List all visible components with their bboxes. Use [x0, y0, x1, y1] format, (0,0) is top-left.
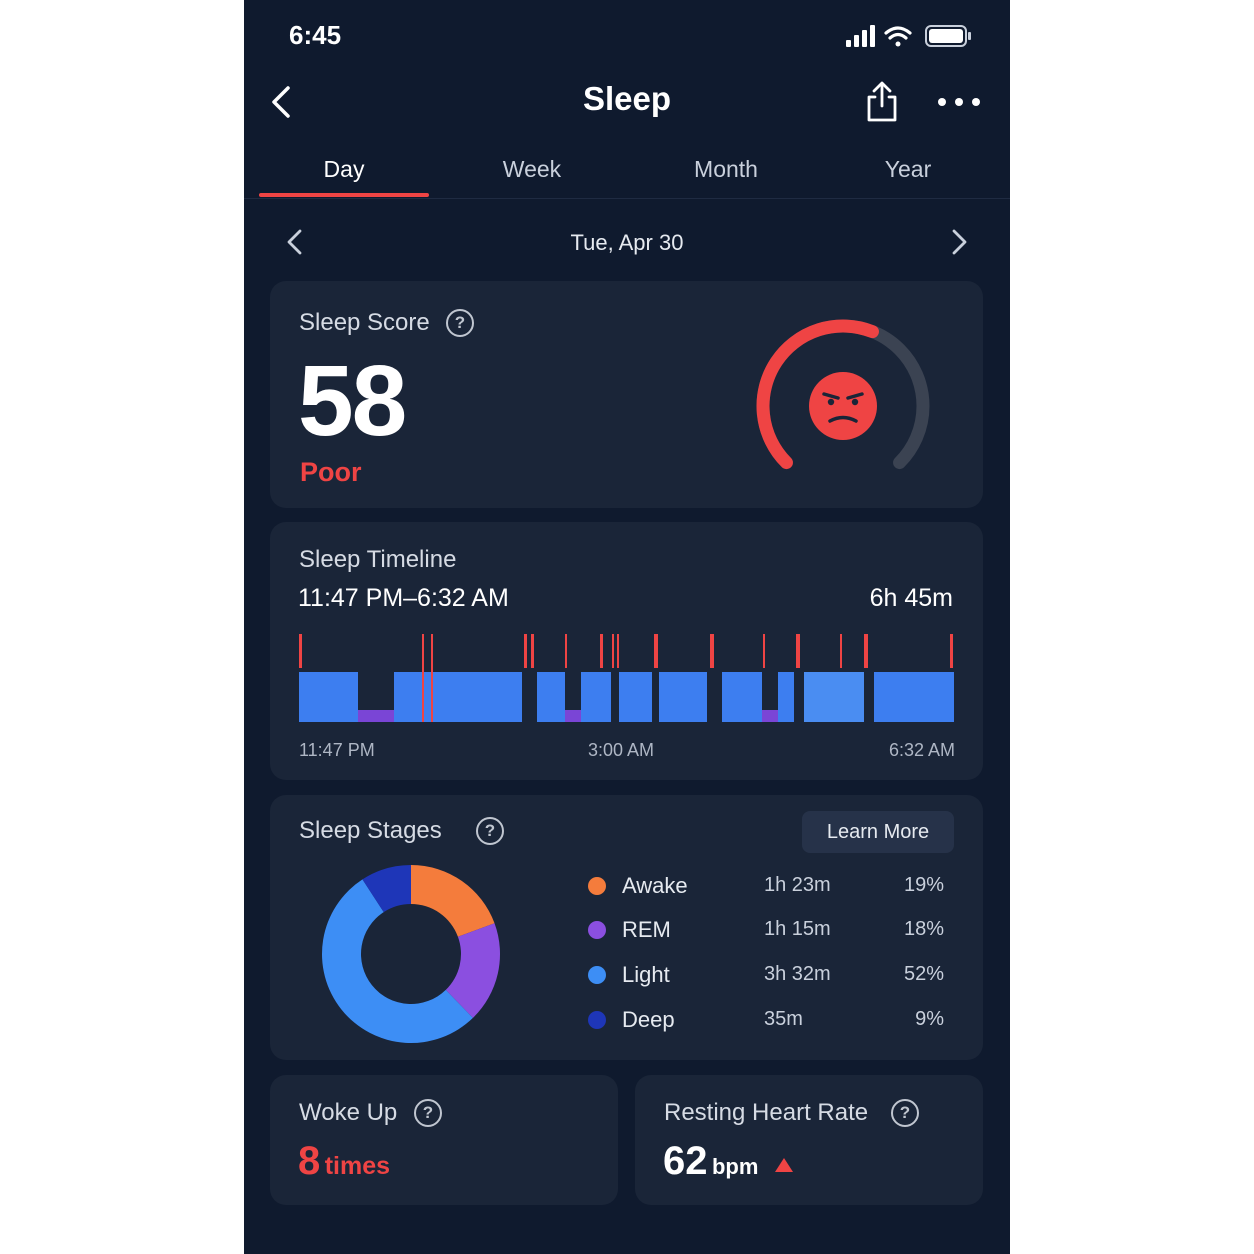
legend-percent: 19%: [903, 874, 944, 896]
heart-rate-number: 62: [663, 1139, 708, 1183]
stage-segment-rem: [358, 710, 394, 722]
sleep-timeline-title: Sleep Timeline: [299, 546, 457, 573]
share-button[interactable]: [862, 80, 902, 124]
sleep-score-rating: Poor: [300, 457, 362, 487]
woke-up-unit: times: [324, 1152, 391, 1180]
active-tab-indicator: [259, 193, 429, 197]
help-icon[interactable]: ?: [414, 1099, 442, 1127]
signal-icon: [846, 25, 875, 47]
more-button[interactable]: [936, 90, 982, 114]
timeline-axis-mid: 3:00 AM: [588, 740, 655, 760]
legend-row-awake: Awake 1h 23m 19%: [588, 873, 948, 903]
more-icon: [938, 98, 980, 106]
sleep-timeline-chart: [299, 634, 954, 722]
period-tabs: Day Week Month Year: [244, 150, 1010, 199]
status-time: 6:45: [289, 20, 342, 50]
sleep-timeline-card: Sleep Timeline 11:47 PM–6:32 AM 6h 45m 1…: [270, 522, 983, 780]
legend-name: REM: [622, 917, 671, 942]
share-icon: [867, 81, 897, 122]
sleep-duration: 6h 45m: [869, 584, 953, 612]
legend-row-light: Light 3h 32m 52%: [588, 962, 948, 992]
woke-up-card: Woke Up ? 8 times: [270, 1075, 618, 1205]
stage-segment-rem: [762, 710, 778, 722]
stage-segment-light: [874, 672, 954, 722]
legend-dot-awake: [588, 877, 606, 895]
stage-segment-light: [537, 672, 565, 722]
stage-segment-rem: [565, 710, 581, 722]
tab-month[interactable]: Month: [650, 156, 802, 183]
sleep-stages-card: Sleep Stages ? Learn More Awake 1h 23m 1…: [270, 795, 983, 1060]
tab-day[interactable]: Day: [259, 156, 429, 183]
legend-percent: 9%: [915, 1008, 944, 1030]
sleep-score-title: Sleep Score: [299, 309, 430, 336]
legend-dot-rem: [588, 921, 606, 939]
sad-face-icon: [809, 372, 877, 440]
legend-dot-light: [588, 966, 606, 984]
legend-row-rem: REM 1h 15m 18%: [588, 917, 948, 947]
wifi-icon: [884, 26, 912, 47]
resting-heart-rate-value: 62 bpm: [663, 1139, 795, 1184]
legend-name: Light: [622, 962, 670, 987]
legend-duration: 1h 23m: [764, 874, 831, 896]
timeline-axis-end: 6:32 AM: [888, 740, 955, 760]
battery-icon: [925, 25, 971, 47]
help-icon[interactable]: ?: [476, 817, 504, 845]
help-icon[interactable]: ?: [446, 309, 474, 337]
legend-row-deep: Deep 35m 9%: [588, 1007, 948, 1037]
stage-segment-light: [299, 672, 358, 722]
help-icon[interactable]: ?: [891, 1099, 919, 1127]
stage-segment-light: [659, 672, 707, 722]
learn-more-button[interactable]: Learn More: [802, 811, 954, 853]
stage-segment-light: [581, 672, 611, 722]
legend-duration: 35m: [764, 1008, 803, 1030]
next-day-button[interactable]: [944, 226, 974, 258]
stage-segment-light: [778, 672, 794, 722]
date-label: Tue, Apr 30: [570, 230, 684, 255]
resting-heart-rate-card: Resting Heart Rate ? 62 bpm: [635, 1075, 983, 1205]
heart-rate-unit: bpm: [711, 1154, 759, 1179]
tab-year[interactable]: Year: [832, 156, 984, 183]
stage-segment-light: [722, 672, 762, 722]
legend-name: Deep: [622, 1007, 675, 1032]
status-icons: [846, 25, 971, 47]
score-gauge: [756, 319, 930, 470]
trend-up-icon: [774, 1158, 793, 1172]
sleep-time-range: 11:47 PM–6:32 AM: [298, 584, 509, 612]
phone-screen: 6:45 Sleep Day Week Month Year Tue, Apr …: [244, 0, 1010, 1254]
legend-percent: 52%: [903, 963, 944, 985]
legend-name: Awake: [622, 873, 688, 898]
tab-week[interactable]: Week: [456, 156, 608, 183]
woke-up-count: 8: [298, 1139, 321, 1183]
donut-slice-awake: [411, 865, 495, 937]
stage-segment-light: [619, 672, 652, 722]
legend-duration: 1h 15m: [764, 918, 831, 940]
legend-duration: 3h 32m: [764, 963, 831, 985]
woke-up-value: 8 times: [298, 1139, 390, 1184]
sleep-score-card: Sleep Score ? 58 Poor: [270, 281, 983, 508]
stage-segment-light: [804, 672, 864, 722]
sleep-score-value: 58: [298, 345, 407, 457]
timeline-axis-start: 11:47 PM: [299, 740, 375, 760]
stage-segment-light: [394, 672, 522, 722]
chevron-right-icon: [952, 229, 967, 255]
stages-donut-chart: [322, 865, 500, 1043]
sleep-stages-title: Sleep Stages: [299, 817, 442, 844]
resting-heart-rate-title: Resting Heart Rate: [664, 1099, 869, 1126]
legend-dot-deep: [588, 1011, 606, 1029]
legend-percent: 18%: [903, 918, 944, 940]
woke-up-title: Woke Up: [299, 1099, 398, 1126]
